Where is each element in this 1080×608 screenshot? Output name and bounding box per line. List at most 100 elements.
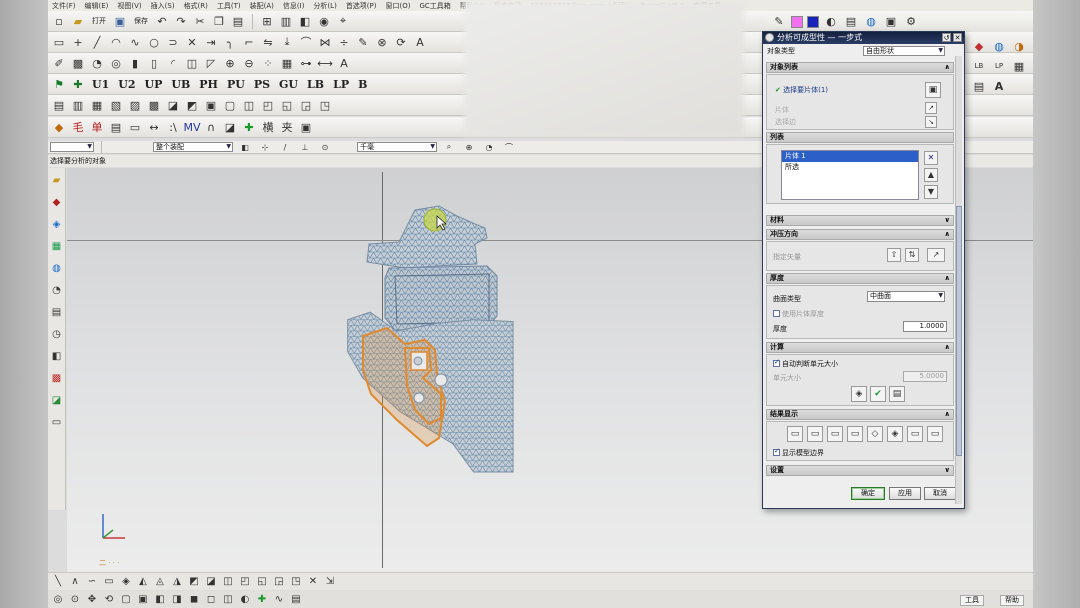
lp-icon[interactable]: LP	[991, 58, 1007, 74]
screenshot-icon[interactable]: ▤	[289, 593, 303, 607]
pan-icon[interactable]: ✥	[85, 593, 99, 607]
menu-item[interactable]: 信息(I)	[283, 1, 305, 11]
apply-button[interactable]: 应用	[889, 487, 921, 500]
vector-type-icon[interactable]: ↗	[927, 248, 945, 262]
settings-section-header[interactable]: 设置 ∨	[766, 465, 954, 476]
save-icon[interactable]: ▣	[112, 13, 128, 29]
magenta-swatch-icon[interactable]	[791, 15, 803, 28]
tool-ph[interactable]: PH	[196, 78, 221, 91]
join-icon[interactable]: ⋈	[317, 34, 333, 50]
quadrant-icon[interactable]: ◔	[481, 141, 497, 153]
curve-tool-icon[interactable]: ∽	[85, 575, 99, 589]
revolve-icon[interactable]: ◔	[89, 55, 105, 71]
tool-lb[interactable]: LB	[304, 78, 327, 91]
flatten-icon[interactable]: ▭	[127, 119, 143, 135]
result-blank-icon[interactable]: ◇	[867, 426, 883, 442]
polyline-icon[interactable]: ∧	[68, 575, 82, 589]
trim-icon[interactable]: ✕	[184, 34, 200, 50]
fillet-icon[interactable]: ╮	[222, 34, 238, 50]
result-thickness-icon[interactable]: ▭	[787, 426, 803, 442]
guide-icon[interactable]: ▨	[127, 97, 143, 113]
boss-icon[interactable]: ▮	[127, 55, 143, 71]
menu-item[interactable]: 编辑(E)	[85, 1, 109, 11]
screw-icon[interactable]: ◪	[165, 97, 181, 113]
object-list[interactable]: 片体 1 所选	[781, 150, 919, 200]
list-section-header[interactable]: 列表	[766, 132, 954, 143]
center-icon[interactable]: ⊙	[317, 141, 333, 153]
tool-gu[interactable]: GU	[276, 78, 301, 91]
curve-edit-icon[interactable]: ✎	[355, 34, 371, 50]
view-right-icon[interactable]: ◧	[153, 593, 167, 607]
die-plate-icon[interactable]: ▤	[51, 97, 67, 113]
rect-tool-icon[interactable]: ▭	[102, 575, 116, 589]
spring-icon[interactable]: ▩	[146, 97, 162, 113]
thickness-section-header[interactable]: 厚度 ∧	[766, 273, 954, 284]
edge-select-icon[interactable]: ↗	[925, 102, 937, 114]
menu-item[interactable]: 窗口(O)	[386, 1, 411, 11]
measure-tool-icon[interactable]: :\	[165, 119, 181, 135]
cross-icon[interactable]: 夹	[279, 119, 295, 135]
unite-icon[interactable]: ⊕	[222, 55, 238, 71]
result-strain-icon[interactable]: ▭	[807, 426, 823, 442]
unfold-icon[interactable]: 毛	[70, 119, 86, 135]
bridge-icon[interactable]: ⌒	[298, 34, 314, 50]
dialog-scrollbar[interactable]	[955, 56, 962, 504]
scrollbar-thumb[interactable]	[956, 206, 962, 456]
menu-item[interactable]: 插入(S)	[151, 1, 175, 11]
line-tool-icon[interactable]: ╲	[51, 575, 65, 589]
surface-analysis-icon[interactable]: ◑	[1011, 38, 1027, 54]
result-stress-icon[interactable]: ▭	[827, 426, 843, 442]
layer-icon[interactable]: ▥	[278, 13, 294, 29]
thickness-input[interactable]: 1.0000	[903, 321, 947, 332]
helix-icon[interactable]: ⟳	[393, 34, 409, 50]
add-icon[interactable]: ✚	[241, 119, 257, 135]
mesh-report-icon[interactable]: ▤	[889, 386, 905, 402]
run-check-icon[interactable]: ✔	[870, 386, 886, 402]
magnet-icon[interactable]: ∩	[203, 119, 219, 135]
shell-icon[interactable]: ◫	[184, 55, 200, 71]
menu-item[interactable]: 分析(L)	[313, 1, 336, 11]
select-object-icon[interactable]: ▣	[925, 82, 941, 98]
result-report-icon[interactable]: ▭	[907, 426, 923, 442]
project-icon[interactable]: ⤓	[279, 34, 295, 50]
result-section-header[interactable]: 结果显示 ∧	[766, 409, 954, 420]
press-flag-icon[interactable]: ⚑	[51, 76, 67, 92]
cam-icon[interactable]: ◳	[317, 97, 333, 113]
tangent-icon[interactable]: ⌒	[501, 141, 517, 153]
blue-swatch-icon[interactable]	[807, 15, 819, 28]
surface-icon[interactable]: ◭	[136, 575, 150, 589]
library-icon[interactable]: ◫	[241, 97, 257, 113]
list-item[interactable]: 片体 1	[782, 151, 918, 162]
press-plus-icon[interactable]: ✚	[70, 76, 86, 92]
part-navigator-icon[interactable]: ◆	[49, 194, 65, 210]
menu-item[interactable]: 文件(F)	[52, 1, 76, 11]
wireframe-icon[interactable]: ◻	[204, 593, 218, 607]
tool-lp[interactable]: LP	[330, 78, 352, 91]
intersect-icon[interactable]: ⊗	[374, 34, 390, 50]
replace-face-icon[interactable]: ◳	[289, 575, 303, 589]
spline-icon[interactable]: ∿	[127, 34, 143, 50]
globe-icon[interactable]: ◍	[863, 14, 879, 30]
material-section-header[interactable]: 材料 ∨	[766, 215, 954, 226]
orient-icon[interactable]: ◆	[51, 119, 67, 135]
snap-point-icon[interactable]: ⊹	[257, 141, 273, 153]
arc-icon[interactable]: ◠	[108, 34, 124, 50]
element-size-input[interactable]: 5.0000	[903, 371, 947, 382]
dialog-close-button[interactable]: ✕	[953, 33, 962, 42]
edge-select-2-icon[interactable]: ↘	[925, 116, 937, 128]
open-file-icon[interactable]: ▰	[70, 13, 86, 29]
system-material-icon[interactable]: ▤	[49, 304, 65, 320]
wave-icon[interactable]: ∿	[272, 593, 286, 607]
palette-nav-icon[interactable]: ◪	[49, 392, 65, 408]
trim-body-icon[interactable]: ◫	[221, 575, 235, 589]
thicken-icon[interactable]: ▦	[279, 55, 295, 71]
menu-item[interactable]: 首选项(P)	[346, 1, 377, 11]
display-icon[interactable]: ▣	[883, 14, 899, 30]
offset-face-icon[interactable]: ◪	[204, 575, 218, 589]
section-view-icon[interactable]: ◫	[221, 593, 235, 607]
tool-up[interactable]: UP	[142, 78, 166, 91]
mv-icon[interactable]: MV	[184, 119, 201, 135]
view-top-icon[interactable]: ▣	[136, 593, 150, 607]
misc-nav-icon[interactable]: ▭	[49, 414, 65, 430]
view-front-icon[interactable]: ▢	[119, 593, 133, 607]
